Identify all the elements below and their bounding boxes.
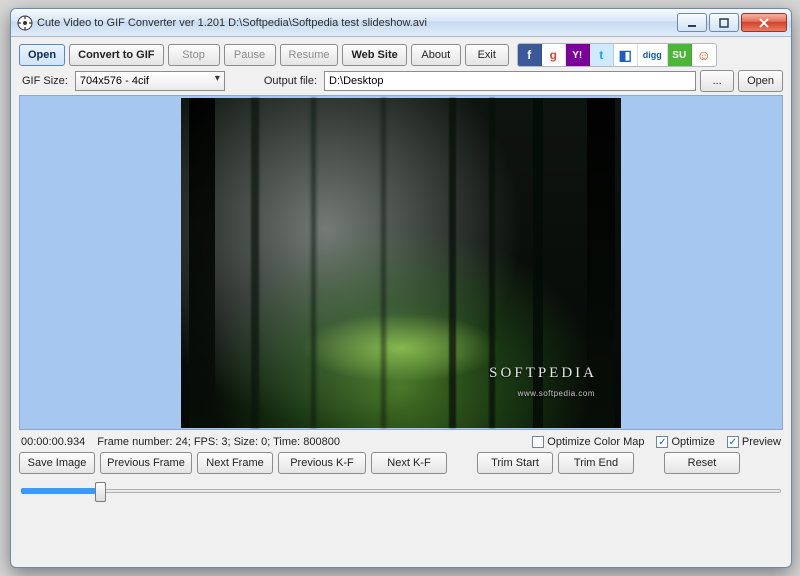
previous-frame-button[interactable]: Previous Frame — [100, 452, 192, 474]
status-time: 00:00:00.934 — [21, 436, 85, 448]
outputfile-label: Output file: — [261, 75, 320, 87]
seek-thumb[interactable] — [95, 482, 106, 502]
gifsize-select[interactable]: 704x576 - 4cif — [75, 71, 225, 91]
stumble-icon[interactable]: SU — [668, 44, 692, 66]
google-icon[interactable]: g — [542, 44, 566, 66]
outputfile-input[interactable] — [324, 71, 696, 91]
checkbox-icon: ✓ — [656, 436, 668, 448]
checkbox-icon: ✓ — [727, 436, 739, 448]
watermark-brand: SOFTPEDIA — [489, 365, 597, 382]
yahoo-icon[interactable]: Y! — [566, 44, 590, 66]
website-button[interactable]: Web Site — [342, 44, 406, 66]
previous-keyframe-button[interactable]: Previous K-F — [278, 452, 366, 474]
reset-button[interactable]: Reset — [664, 452, 740, 474]
next-frame-button[interactable]: Next Frame — [197, 452, 273, 474]
about-button[interactable]: About — [411, 44, 461, 66]
trim-end-button[interactable]: Trim End — [558, 452, 634, 474]
open-output-button[interactable]: Open — [738, 70, 783, 92]
stop-button[interactable]: Stop — [168, 44, 220, 66]
save-image-button[interactable]: Save Image — [19, 452, 95, 474]
checkbox-icon — [532, 436, 544, 448]
seek-fill — [21, 488, 99, 494]
minimize-button[interactable] — [677, 13, 707, 32]
window-title: Cute Video to GIF Converter ver 1.201 D:… — [37, 17, 427, 29]
twitter-icon[interactable]: t — [590, 44, 614, 66]
open-button[interactable]: Open — [19, 44, 65, 66]
close-icon — [758, 18, 770, 28]
gifsize-label: GIF Size: — [19, 75, 71, 87]
status-row: 00:00:00.934 Frame number: 24; FPS: 3; S… — [19, 430, 783, 450]
close-button[interactable] — [741, 13, 787, 32]
main-toolbar: Open Convert to GIF Stop Pause Resume We… — [19, 43, 783, 67]
optimize-colormap-checkbox[interactable]: Optimize Color Map — [532, 436, 644, 448]
bottom-toolbar: Save Image Previous Frame Next Frame Pre… — [19, 452, 783, 474]
maximize-icon — [719, 18, 729, 28]
facebook-icon[interactable]: f — [518, 44, 542, 66]
next-keyframe-button[interactable]: Next K-F — [371, 452, 447, 474]
app-icon — [17, 15, 33, 31]
digg-icon[interactable]: digg — [638, 44, 668, 66]
trim-start-button[interactable]: Trim Start — [477, 452, 553, 474]
size-output-row: GIF Size: 704x576 - 4cif Output file: ..… — [19, 70, 783, 92]
status-frameinfo: Frame number: 24; FPS: 3; Size: 0; Time:… — [97, 436, 340, 448]
minimize-icon — [687, 18, 697, 28]
convert-button[interactable]: Convert to GIF — [69, 44, 163, 66]
preview-checkbox[interactable]: ✓ Preview — [727, 436, 781, 448]
seek-track — [21, 489, 781, 493]
reddit-icon[interactable]: ☺ — [692, 44, 716, 66]
preview-pane: SOFTPEDIA www.softpedia.com — [19, 95, 783, 430]
seek-trackbar[interactable] — [19, 481, 783, 507]
maximize-button[interactable] — [709, 13, 739, 32]
delicious-icon[interactable]: ◧ — [614, 44, 638, 66]
optimize-checkbox[interactable]: ✓ Optimize — [656, 436, 714, 448]
browse-button[interactable]: ... — [700, 70, 734, 92]
app-window: Cute Video to GIF Converter ver 1.201 D:… — [10, 8, 792, 568]
watermark-sub: www.softpedia.com — [518, 389, 595, 398]
titlebar[interactable]: Cute Video to GIF Converter ver 1.201 D:… — [11, 9, 791, 37]
pause-button[interactable]: Pause — [224, 44, 276, 66]
resume-button[interactable]: Resume — [280, 44, 339, 66]
exit-button[interactable]: Exit — [465, 44, 509, 66]
preview-image: SOFTPEDIA www.softpedia.com — [181, 98, 621, 428]
social-strip: f g Y! t ◧ digg SU ☺ — [517, 43, 717, 67]
